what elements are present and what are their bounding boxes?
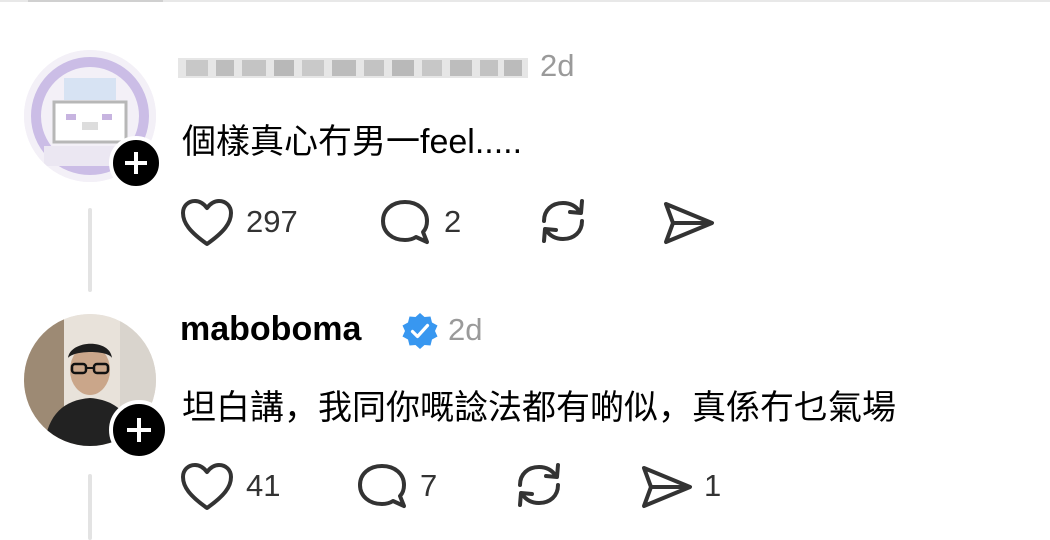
comment-bubble-icon[interactable]: [355, 462, 409, 512]
reply-count: 2: [444, 204, 462, 239]
timestamp: 2d: [448, 312, 483, 347]
send-icon[interactable]: [638, 462, 694, 512]
follow-button[interactable]: [109, 400, 169, 460]
thread-line: [88, 208, 92, 292]
share-count: 1: [704, 468, 722, 503]
plus-icon: [127, 418, 151, 442]
username[interactable]: maboboma: [180, 310, 361, 349]
repost-icon[interactable]: [512, 459, 566, 511]
repost-icon[interactable]: [536, 195, 590, 247]
reply-count: 7: [420, 468, 438, 503]
comment-bubble-icon[interactable]: [378, 198, 432, 248]
thread-line: [88, 474, 92, 540]
plus-icon: [125, 152, 147, 174]
like-count: 297: [246, 204, 298, 239]
verified-badge-icon: [402, 313, 438, 349]
timestamp: 2d: [540, 48, 575, 83]
heart-icon[interactable]: [180, 462, 234, 512]
follow-button[interactable]: [109, 136, 163, 190]
like-count: 41: [246, 468, 281, 503]
heart-icon[interactable]: [180, 198, 234, 248]
top-divider: [0, 0, 1050, 2]
send-icon[interactable]: [660, 198, 716, 248]
masked-username[interactable]: [178, 54, 528, 80]
comment-text: 個樣真心冇男一feel.....: [182, 123, 523, 161]
comment-text: 坦白講，我同你嘅諗法都有啲似，真係冇乜氣場: [182, 389, 896, 427]
